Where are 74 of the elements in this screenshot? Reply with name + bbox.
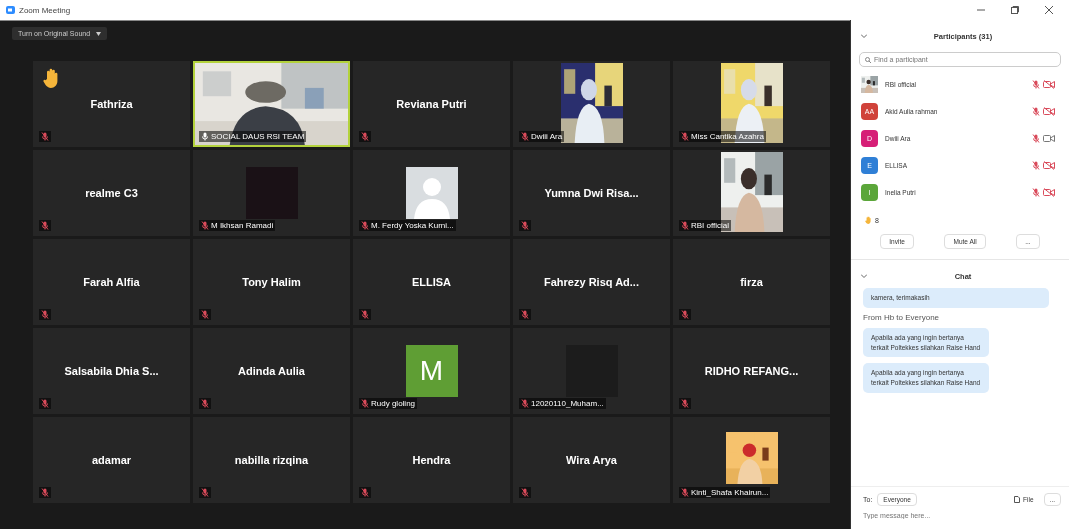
avatar-placeholder-icon bbox=[405, 167, 458, 219]
participant-name: firza bbox=[740, 276, 763, 288]
muted-mic-icon bbox=[201, 488, 209, 497]
muted-mic-icon bbox=[1032, 134, 1040, 143]
avatar-letter: M bbox=[405, 345, 458, 397]
muted-mic-icon bbox=[681, 399, 689, 408]
muted-mic-icon bbox=[361, 221, 369, 230]
message-sender: From Hb to Everyone bbox=[863, 312, 941, 322]
muted-mic-icon bbox=[521, 488, 529, 497]
muted-mic-icon bbox=[681, 132, 689, 141]
participant-label: Miss Cantika Azahra bbox=[691, 132, 764, 141]
participant-name: Tony Halim bbox=[242, 276, 301, 288]
muted-mic-icon bbox=[1032, 188, 1040, 197]
participant-label: SOCIAL DAUS RSI TEAM bbox=[211, 132, 305, 141]
muted-mic-icon bbox=[521, 399, 529, 408]
window-title: Zoom Meeting bbox=[19, 5, 71, 15]
muted-mic-icon bbox=[361, 310, 369, 319]
search-icon bbox=[865, 56, 871, 63]
muted-mic-icon bbox=[521, 132, 529, 141]
collapse-icon[interactable] bbox=[861, 34, 867, 38]
participant-label: Rudy gloling bbox=[371, 399, 416, 408]
mic-icon bbox=[201, 132, 209, 141]
participant-name: adamar bbox=[91, 454, 132, 466]
muted-mic-icon bbox=[41, 221, 49, 230]
participant-name: Hendra bbox=[412, 454, 451, 466]
muted-mic-icon bbox=[41, 310, 49, 319]
muted-mic-icon bbox=[521, 221, 529, 230]
camera-off-icon[interactable] bbox=[1043, 161, 1055, 170]
restore-icon[interactable] bbox=[1011, 6, 1019, 14]
raised-hand-icon bbox=[865, 216, 872, 224]
close-icon[interactable] bbox=[1045, 6, 1053, 14]
camera-icon[interactable] bbox=[1043, 134, 1055, 143]
participant-label: Kinti_Shafa Khairun... bbox=[691, 488, 769, 497]
muted-mic-icon bbox=[1032, 80, 1040, 89]
participant-name: Adinda Aulia bbox=[238, 365, 305, 377]
participant-name: Reviana Putri bbox=[396, 98, 467, 110]
participant-name: nabilla rizqina bbox=[234, 454, 309, 466]
muted-mic-icon bbox=[521, 310, 529, 319]
participant-name: Salsabila Dhia S... bbox=[64, 365, 159, 377]
muted-mic-icon bbox=[1032, 107, 1040, 116]
muted-mic-icon bbox=[681, 310, 689, 319]
muted-mic-icon bbox=[681, 488, 689, 497]
collapse-icon[interactable] bbox=[861, 274, 867, 278]
muted-mic-icon bbox=[361, 488, 369, 497]
app-icon bbox=[6, 6, 15, 14]
muted-mic-icon bbox=[361, 132, 369, 141]
participant-name: Wira Arya bbox=[566, 454, 617, 466]
muted-mic-icon bbox=[41, 132, 49, 141]
muted-mic-icon bbox=[201, 310, 209, 319]
minimize-icon[interactable] bbox=[977, 6, 985, 14]
participant-name: realme C3 bbox=[85, 187, 138, 199]
camera-off-icon[interactable] bbox=[1043, 188, 1055, 197]
muted-mic-icon bbox=[681, 221, 689, 230]
participant-name: Farah Alfia bbox=[83, 276, 140, 288]
participant-name: ELLISA bbox=[411, 276, 452, 288]
participant-label: RBI official bbox=[691, 221, 730, 230]
camera-off-icon[interactable] bbox=[1043, 80, 1055, 89]
participant-label: M Ikhsan Ramadi bbox=[211, 221, 274, 230]
participant-label: Dwiii Ara bbox=[531, 132, 563, 141]
muted-mic-icon bbox=[41, 488, 49, 497]
participant-name: RIDHO REFANG... bbox=[704, 365, 799, 377]
muted-mic-icon bbox=[41, 399, 49, 408]
participant-name: Fahrezy Risq Ad... bbox=[544, 276, 639, 288]
participant-name: Yumna Dwi Risa... bbox=[544, 187, 639, 199]
muted-mic-icon bbox=[201, 399, 209, 408]
muted-mic-icon bbox=[1032, 161, 1040, 170]
participant-label: 12020110_Muham... bbox=[531, 399, 604, 408]
camera-off-icon[interactable] bbox=[1043, 107, 1055, 116]
file-icon bbox=[1014, 496, 1021, 503]
participant-name: Fathriza bbox=[90, 98, 133, 110]
participant-label: M. Ferdy Yoska Kurni... bbox=[371, 221, 454, 230]
muted-mic-icon bbox=[361, 399, 369, 408]
muted-mic-icon bbox=[201, 221, 209, 230]
caret-icon bbox=[96, 31, 102, 36]
